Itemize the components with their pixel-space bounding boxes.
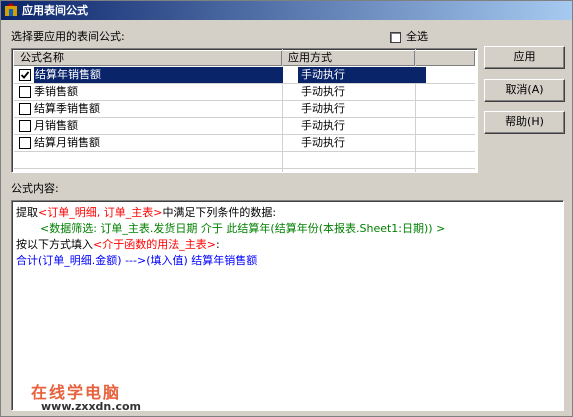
apply-mode: 手动执行 <box>298 67 426 83</box>
list-item[interactable]: 结算年销售额 手动执行 <box>14 67 475 84</box>
formula-list[interactable]: 公式名称 应用方式 结算年销售额 手动执行 季销售额 手动执行 结算季销售额 手动执行 月销… <box>11 48 478 173</box>
formula-table-ref: <介于函数的用法_主表> <box>93 238 216 251</box>
checkbox-checked-icon[interactable] <box>19 69 31 81</box>
checkbox-box[interactable] <box>390 32 401 43</box>
formula-content-label: 公式内容: <box>11 182 59 195</box>
formula-text: 按以下方式填入 <box>16 238 93 251</box>
apply-mode: 手动执行 <box>301 85 345 98</box>
empty-row <box>14 152 475 169</box>
column-header-name[interactable]: 公式名称 <box>14 51 282 66</box>
list-item[interactable]: 结算季销售额 手动执行 <box>14 101 475 118</box>
formula-name: 结算季销售额 <box>34 102 100 115</box>
apply-mode: 手动执行 <box>301 102 345 115</box>
title-bar[interactable]: 应用表间公式 <box>1 1 572 20</box>
checkbox-icon[interactable] <box>19 103 31 115</box>
formula-line-4: 合计(订单_明细.金额) --->(填入值) 结算年销售额 <box>16 254 258 267</box>
formula-name: 季销售额 <box>34 85 78 98</box>
formula-name: 结算月销售额 <box>34 136 100 149</box>
list-item[interactable]: 结算月销售额 手动执行 <box>14 135 475 152</box>
formula-line-3: 按以下方式填入<介于函数的用法_主表>: <box>16 237 559 253</box>
apply-mode: 手动执行 <box>301 136 345 149</box>
select-all-label: 全选 <box>406 30 428 43</box>
formula-line-2: <数据筛选: 订单_主表.发货日期 介于 此结算年(结算年份(本报表.Sheet… <box>40 222 446 235</box>
formula-text: 提取 <box>16 206 38 219</box>
formula-name: 月销售额 <box>34 119 78 132</box>
dialog-window: 应用表间公式 选择要应用的表间公式: 全选 公式名称 应用方式 结算年销售额 手动… <box>0 0 573 417</box>
formula-text: : <box>215 238 220 251</box>
formula-text: 中满足下列条件的数据: <box>162 206 277 219</box>
checkbox-icon[interactable] <box>19 86 31 98</box>
cancel-button[interactable]: 取消(A) <box>484 79 565 102</box>
app-icon <box>4 3 18 17</box>
list-item[interactable]: 季销售额 手动执行 <box>14 84 475 101</box>
window-title: 应用表间公式 <box>22 4 88 17</box>
formula-table-ref: <订单_明细, 订单_主表> <box>38 206 163 219</box>
checkbox-icon[interactable] <box>19 137 31 149</box>
list-item[interactable]: 月销售额 手动执行 <box>14 118 475 135</box>
formula-line-1: 提取<订单_明细, 订单_主表>中满足下列条件的数据: <box>16 205 559 221</box>
apply-mode: 手动执行 <box>301 119 345 132</box>
help-button[interactable]: 帮助(H) <box>484 111 565 134</box>
apply-button[interactable]: 应用 <box>484 46 565 69</box>
column-header-empty <box>415 51 475 66</box>
watermark-url: www.zxxdn.com <box>41 400 141 413</box>
select-formula-label: 选择要应用的表间公式: <box>11 30 125 43</box>
column-header-mode[interactable]: 应用方式 <box>282 51 415 66</box>
checkbox-icon[interactable] <box>19 120 31 132</box>
formula-name: 结算年销售额 <box>34 67 283 83</box>
